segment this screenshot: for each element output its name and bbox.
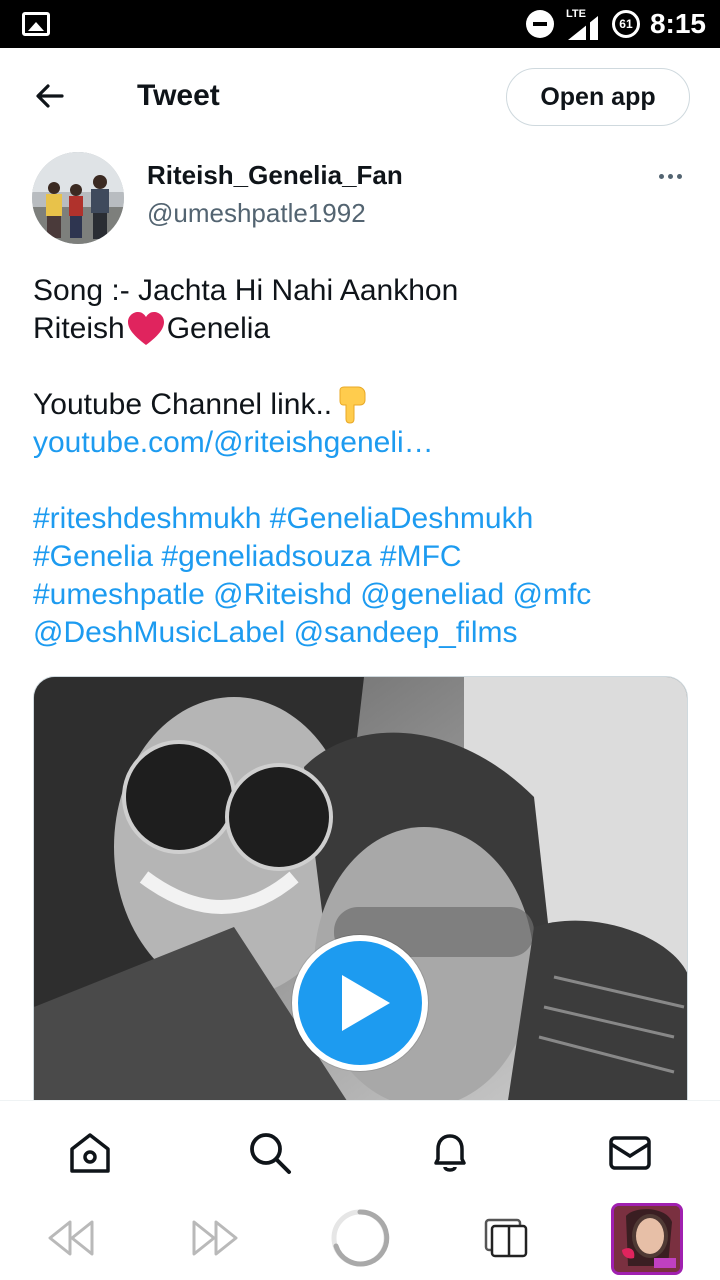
clock: 8:15 <box>649 8 706 39</box>
back-arrow-icon[interactable] <box>32 78 68 114</box>
bottom-navigation <box>0 1100 720 1200</box>
notifications-icon[interactable] <box>426 1129 474 1177</box>
do-not-disturb-icon <box>525 10 554 38</box>
hashtags-line-2[interactable]: #Genelia #geneliadsouza #MFC <box>33 538 693 576</box>
page-title: Tweet <box>137 79 220 112</box>
gallery-notification-icon <box>22 12 50 36</box>
more-options-icon[interactable] <box>650 162 690 190</box>
hashtags-line-4[interactable]: @DeshMusicLabel @sandeep_films <box>33 614 693 652</box>
home-icon[interactable] <box>66 1129 114 1177</box>
tweet-line-song: Song :- Jachta Hi Nahi Aankhon <box>33 274 459 307</box>
author-handle[interactable]: @umeshpatle1992 <box>147 198 366 229</box>
heart-icon <box>126 311 166 347</box>
author-name[interactable]: Riteish_Genelia_Fan <box>147 160 403 191</box>
hashtags-line-3[interactable]: #umeshpatle @Riteishd @geneliad @mfc <box>33 576 693 614</box>
tweet-header: Tweet Open app <box>0 48 720 146</box>
play-button[interactable] <box>292 935 428 1071</box>
tweet-text: Song :- Jachta Hi Nahi Aankhon Riteish G… <box>33 272 693 652</box>
forward-icon[interactable] <box>186 1208 246 1268</box>
lte-signal-icon: LTE <box>564 8 602 40</box>
loading-icon[interactable] <box>330 1208 390 1268</box>
messages-icon[interactable] <box>606 1129 654 1177</box>
avatar[interactable] <box>32 152 124 244</box>
hashtags-line-1[interactable]: #riteshdeshmukh #GeneliaDeshmukh <box>33 500 693 538</box>
youtube-link[interactable]: youtube.com/@riteishgeneli… <box>33 424 693 462</box>
pointing-down-emoji-icon <box>334 386 368 424</box>
status-bar: LTE 61 8:15 <box>0 0 720 48</box>
search-icon[interactable] <box>246 1129 294 1177</box>
battery-icon: 61 <box>611 10 640 38</box>
tweet-line-names: Riteish Genelia <box>33 311 271 347</box>
tweet-line-youtube: Youtube Channel link.. <box>33 386 693 424</box>
tab-thumbnail[interactable] <box>611 1203 683 1275</box>
rewind-icon[interactable] <box>40 1208 100 1268</box>
browser-toolbar <box>0 1198 720 1280</box>
tabs-icon[interactable] <box>476 1208 536 1268</box>
open-app-button[interactable]: Open app <box>506 68 690 126</box>
